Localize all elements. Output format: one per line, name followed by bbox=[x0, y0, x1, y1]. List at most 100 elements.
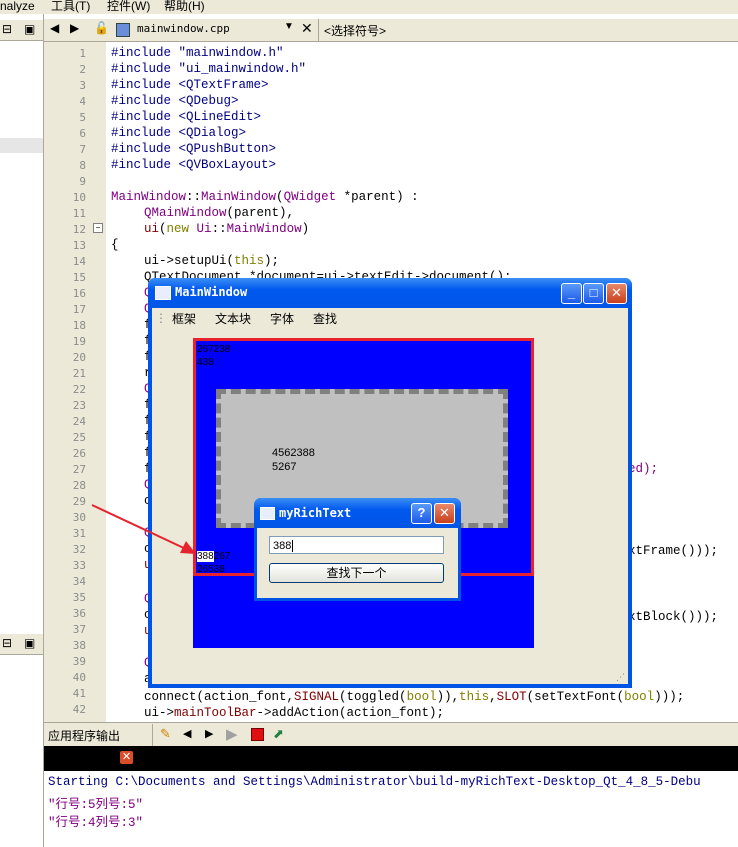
code-line: #include <QTextFrame> bbox=[111, 78, 269, 92]
find-dialog: myRichText ? ✕ 388 查找下一个 bbox=[254, 498, 461, 601]
file-selector[interactable]: mainwindow.cpp bbox=[137, 22, 230, 35]
line-number: 32 bbox=[72, 543, 86, 556]
line-number: 9 bbox=[79, 175, 86, 188]
line-number: 35 bbox=[72, 591, 86, 604]
code-line-fragment: xtBlock())); bbox=[628, 610, 719, 624]
line-number: 10 bbox=[72, 191, 86, 204]
menu-help[interactable]: 帮助(H) bbox=[164, 0, 205, 13]
size-grip-icon[interactable]: ⋰ bbox=[616, 672, 625, 683]
maximize-button[interactable]: □ bbox=[583, 283, 604, 304]
attach-icon[interactable]: ⬈ bbox=[273, 726, 284, 742]
close-button[interactable]: ✕ bbox=[434, 503, 455, 524]
help-button[interactable]: ? bbox=[411, 503, 432, 524]
code-line: #include <QDialog> bbox=[111, 126, 247, 140]
output-text: Starting C:\Documents and Settings\Admin… bbox=[44, 771, 738, 847]
output-line: Starting C:\Documents and Settings\Admin… bbox=[48, 775, 701, 789]
output-line: "行号:5列号:5" bbox=[48, 798, 144, 812]
window-icon bbox=[260, 507, 275, 520]
line-number: 21 bbox=[72, 367, 86, 380]
menu-frame[interactable]: 框架 bbox=[172, 310, 196, 327]
code-line: QMainWindow(parent), bbox=[144, 206, 295, 220]
line-number: 12 bbox=[72, 223, 86, 236]
sidebar-selection[interactable] bbox=[0, 138, 43, 153]
find-dialog-titlebar[interactable]: myRichText ? ✕ bbox=[254, 498, 461, 528]
output-line: "行号:4列号:3" bbox=[48, 816, 144, 830]
prev-icon[interactable]: ◀ bbox=[183, 727, 191, 740]
code-line: #include "mainwindow.h" bbox=[111, 46, 284, 60]
search-input[interactable]: 388 bbox=[269, 536, 444, 554]
clear-output-icon[interactable]: ✎ bbox=[160, 726, 171, 742]
code-line: MainWindow::MainWindow(QWidget *parent) … bbox=[111, 190, 419, 204]
line-number: 27 bbox=[72, 463, 86, 476]
menu-font[interactable]: 字体 bbox=[270, 310, 294, 327]
close-file-icon[interactable]: ✕ bbox=[301, 20, 313, 37]
fold-icon[interactable]: − bbox=[93, 223, 103, 233]
line-number: 11 bbox=[72, 207, 86, 220]
close-tab-icon[interactable]: ✕ bbox=[120, 751, 133, 764]
line-number: 16 bbox=[72, 287, 86, 300]
forward-icon[interactable]: ▶ bbox=[70, 21, 79, 35]
toolbar-handle: ⋮ bbox=[155, 311, 167, 325]
window-icon bbox=[155, 286, 171, 300]
code-line: ui->mainToolBar->addAction(action_font); bbox=[144, 706, 445, 720]
line-number: 26 bbox=[72, 447, 86, 460]
line-number: 38 bbox=[72, 639, 86, 652]
code-line: ui->setupUi(this); bbox=[144, 254, 280, 268]
line-number: 1 bbox=[79, 47, 86, 60]
chevron-down-icon[interactable]: ▼ bbox=[284, 21, 294, 32]
split-icon[interactable]: ⊟ bbox=[2, 636, 12, 650]
mainwindow-app: MainWindow _ □ ✕ ⋮ 框架 文本块 字体 查找 267238 4… bbox=[148, 278, 632, 688]
line-number: 3 bbox=[79, 79, 86, 92]
line-number: 23 bbox=[72, 399, 86, 412]
close-button[interactable]: ✕ bbox=[606, 283, 627, 304]
line-number: 13 bbox=[72, 239, 86, 252]
menu-bar: nalyze 工具(T) 控件(W) 帮助(H) bbox=[0, 0, 738, 14]
text-block-mid: 4562388 5267 bbox=[272, 447, 315, 473]
code-line-fragment: ed); bbox=[628, 462, 659, 476]
line-number: 4 bbox=[79, 95, 86, 108]
code-line: ui(new Ui::MainWindow) bbox=[144, 222, 310, 236]
menu-tools[interactable]: 工具(T) bbox=[51, 0, 90, 13]
menu-textblock[interactable]: 文本块 bbox=[215, 310, 251, 327]
symbol-selector[interactable]: <选择符号> bbox=[324, 22, 386, 39]
line-number: 40 bbox=[72, 671, 86, 684]
line-number: 30 bbox=[72, 511, 86, 524]
line-number: 42 bbox=[72, 703, 86, 716]
menu-controls[interactable]: 控件(W) bbox=[107, 0, 150, 13]
output-toolbar: 应用程序输出 ✎ ◀ ▶ ▶ ⬈ bbox=[44, 722, 738, 747]
menu-analyze[interactable]: nalyze bbox=[0, 0, 35, 13]
line-number: 20 bbox=[72, 351, 86, 364]
divider bbox=[152, 724, 153, 746]
left-sidebar: ⊟ ▣ ⊟ ▣ bbox=[0, 14, 44, 847]
line-number: 28 bbox=[72, 479, 86, 492]
code-line: #include "ui_mainwindow.h" bbox=[111, 62, 307, 76]
code-line: connect(action_font,SIGNAL(toggled(bool)… bbox=[144, 690, 685, 704]
mainwindow-titlebar[interactable]: MainWindow _ □ ✕ bbox=[148, 278, 632, 308]
close-pane-icon[interactable]: ▣ bbox=[24, 22, 35, 36]
line-number: 22 bbox=[72, 383, 86, 396]
menu-find[interactable]: 查找 bbox=[313, 310, 337, 327]
next-icon[interactable]: ▶ bbox=[205, 727, 213, 740]
stop-icon[interactable] bbox=[251, 728, 264, 741]
code-line: #include <QVBoxLayout> bbox=[111, 158, 277, 172]
code-line: #include <QLineEdit> bbox=[111, 110, 262, 124]
split-icon[interactable]: ⊟ bbox=[2, 22, 12, 36]
cpp-file-icon bbox=[116, 23, 130, 37]
line-number: 33 bbox=[72, 559, 86, 572]
line-number: 15 bbox=[72, 271, 86, 284]
find-next-button[interactable]: 查找下一个 bbox=[269, 563, 444, 583]
line-number: 39 bbox=[72, 655, 86, 668]
line-number: 17 bbox=[72, 303, 86, 316]
code-line-fragment: xtFrame())); bbox=[628, 544, 719, 558]
close-pane-icon[interactable]: ▣ bbox=[24, 636, 35, 650]
highlighted-match: 388 bbox=[197, 551, 214, 562]
line-number: 7 bbox=[79, 143, 86, 156]
text-edit[interactable]: 267238 438 4562388 5267 388267 26538 bbox=[193, 338, 534, 648]
window-title: MainWindow bbox=[175, 285, 248, 299]
back-icon[interactable]: ◀ bbox=[50, 21, 59, 35]
code-line: #include <QPushButton> bbox=[111, 142, 277, 156]
line-number-gutter: 1 2 3 4 5 6 7 8 9 10 11 12 13 14 15 16 1… bbox=[44, 42, 106, 722]
minimize-button[interactable]: _ bbox=[561, 283, 582, 304]
run-icon[interactable]: ▶ bbox=[226, 725, 238, 743]
line-number: 29 bbox=[72, 495, 86, 508]
